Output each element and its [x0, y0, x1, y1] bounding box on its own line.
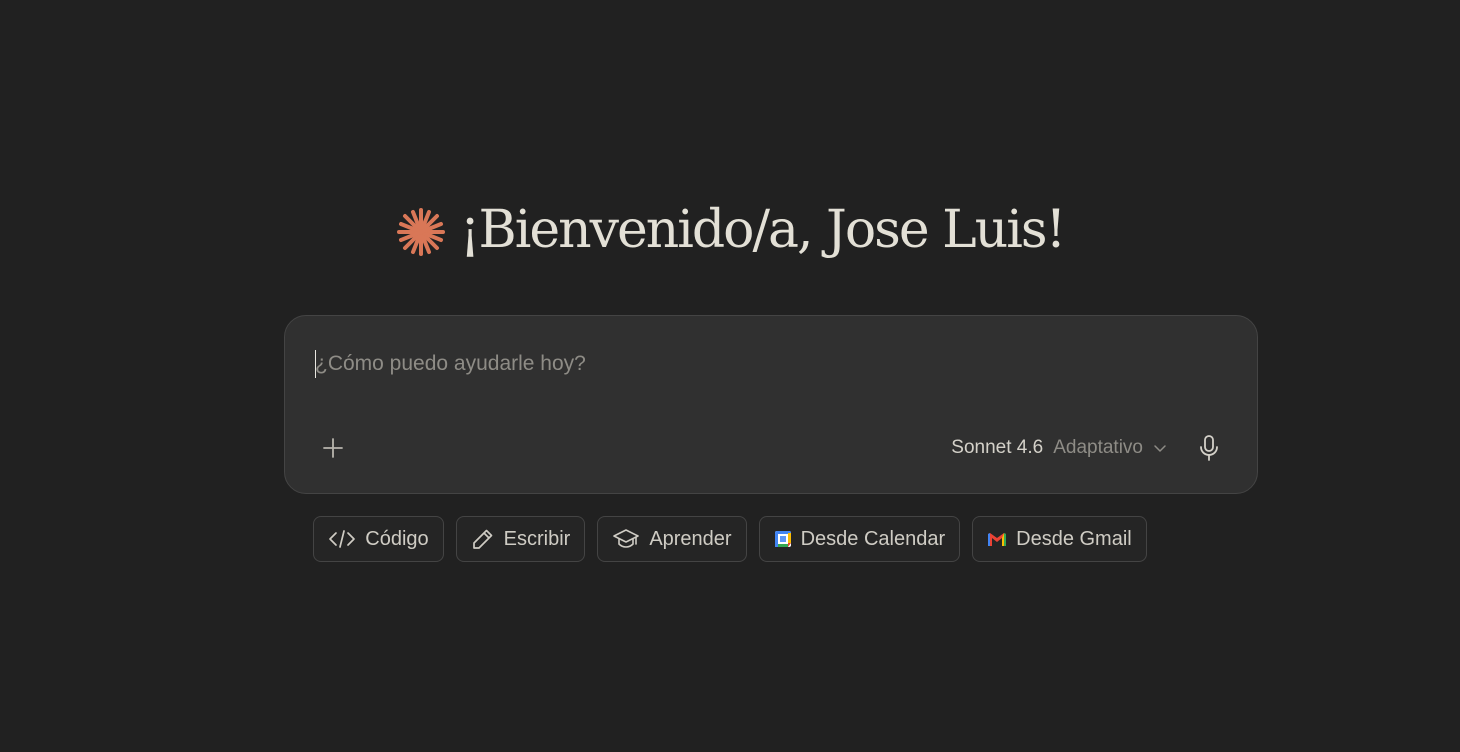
- graduation-cap-icon: [613, 529, 640, 548]
- add-attachment-button[interactable]: [313, 428, 353, 468]
- chip-label: Código: [365, 527, 429, 550]
- greeting: ¡Bienvenido/a, Jose Luis!: [0, 195, 1460, 265]
- model-mode: Adaptativo: [1053, 437, 1143, 458]
- gmail-icon: [988, 533, 1007, 546]
- google-calendar-icon: [774, 531, 791, 547]
- code-icon: [329, 530, 356, 548]
- microphone-icon: [1200, 435, 1218, 461]
- model-selector[interactable]: Sonnet 4.6 Adaptativo: [951, 433, 1167, 463]
- voice-input-button[interactable]: [1191, 429, 1227, 467]
- chevron-down-icon: [1154, 445, 1166, 452]
- message-composer: Sonnet 4.6 Adaptativo: [284, 315, 1258, 494]
- new-chat-page: ¡Bienvenido/a, Jose Luis! Sonnet 4.6 Ada…: [0, 0, 1460, 752]
- chip-label: Desde Calendar: [800, 527, 946, 550]
- chip-learn[interactable]: Aprender: [597, 516, 747, 562]
- model-name: Sonnet 4.6: [951, 437, 1044, 458]
- quick-actions: Código Escribir Aprender Desde Calendar …: [0, 516, 1460, 562]
- chip-code[interactable]: Código: [313, 516, 444, 562]
- chip-label: Aprender: [649, 527, 732, 550]
- message-input[interactable]: [315, 349, 1115, 379]
- greeting-title: ¡Bienvenido/a, Jose Luis!: [459, 200, 1067, 260]
- chip-write[interactable]: Escribir: [455, 516, 586, 562]
- chip-label: Desde Gmail: [1016, 527, 1132, 550]
- plus-icon: [323, 438, 343, 458]
- chip-gmail[interactable]: Desde Gmail: [972, 516, 1147, 562]
- pencil-icon: [472, 529, 492, 549]
- chip-label: Escribir: [503, 527, 571, 550]
- sparkle-icon: [396, 208, 445, 256]
- chip-calendar[interactable]: Desde Calendar: [758, 516, 961, 562]
